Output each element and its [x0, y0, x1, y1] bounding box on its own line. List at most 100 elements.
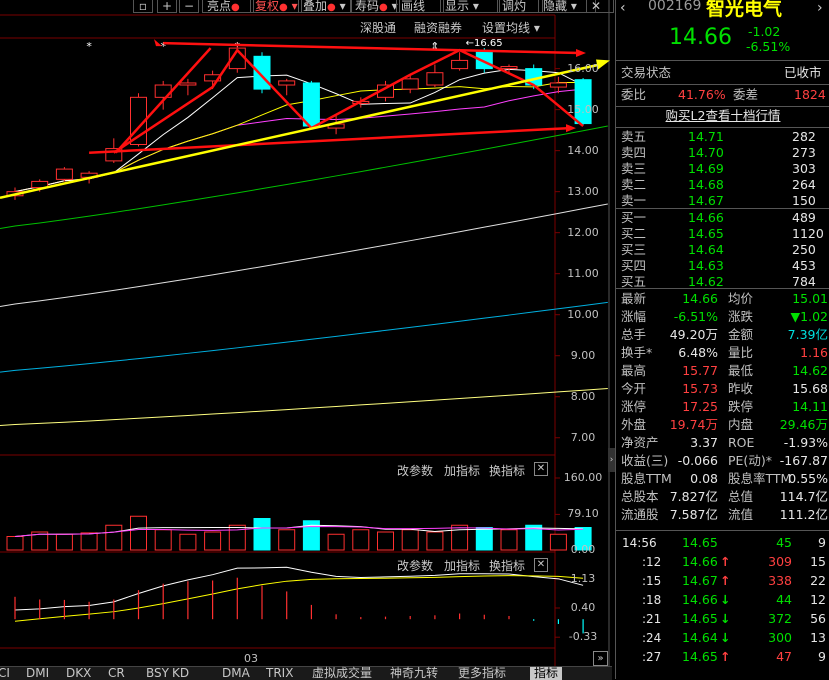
buy-l2-link[interactable]: 购买L2查看十档行情	[616, 107, 829, 125]
stat-row: 最高 15.77 最低 14.62	[616, 362, 829, 380]
back-icon[interactable]: ‹	[620, 0, 626, 16]
tab-10[interactable]: 更多指标	[458, 667, 506, 680]
tick-row: :21 14.65 ↓ 372 56	[616, 610, 829, 628]
bid-row[interactable]: 买一 14.66 489	[616, 210, 829, 226]
event-marker: *	[86, 40, 92, 53]
toolbar-button-2[interactable]: 叠加● ▾	[298, 0, 352, 13]
tab-5[interactable]: KD	[172, 667, 189, 680]
volume-axis-label: 0.00	[570, 543, 596, 556]
chevron-down-icon: ▾	[335, 0, 346, 13]
forward-icon[interactable]: ›	[817, 0, 823, 16]
bid-volume: 453	[792, 258, 816, 273]
tab-9[interactable]: 神奇九转	[390, 667, 438, 680]
ask-volume: 264	[792, 177, 816, 192]
ask-row[interactable]: 卖五 14.71 282	[616, 129, 829, 145]
tab-1[interactable]: DMI	[26, 667, 49, 680]
tab-2[interactable]: DKX	[66, 667, 91, 680]
tick-row: :15 14.67 ↑ 338 22	[616, 572, 829, 590]
tick-volume: 47	[776, 649, 792, 664]
tick-volume: 309	[768, 554, 792, 569]
price-axis-label: 14.00	[567, 143, 599, 157]
file-icon[interactable]: ▫	[133, 0, 153, 13]
toolbar-button-5[interactable]: 显示 ▾	[440, 0, 500, 13]
tick-volume: 300	[768, 630, 792, 645]
close-icon[interactable]: ✕	[534, 558, 548, 572]
toolbar-button-1[interactable]: 复权● ▾	[250, 0, 302, 13]
indicator-switch-indicator-button[interactable]: 换指标	[489, 557, 525, 574]
tab-0[interactable]: CI	[0, 667, 10, 680]
price-axis-label: 8.00	[570, 389, 596, 403]
tab-3[interactable]: CR	[108, 667, 125, 680]
ask-row[interactable]: 卖三 14.69 303	[616, 161, 829, 177]
stat-label: ROE	[728, 435, 755, 450]
stat-label: 总值	[728, 489, 754, 504]
stat-label: 跌停	[728, 399, 754, 414]
stat-row: 换手* 6.48% 量比 1.16	[616, 344, 829, 362]
stat-label: 股息率TTM	[728, 471, 792, 486]
tick-count: 15	[810, 554, 826, 569]
price-change: -1.02	[748, 24, 781, 39]
plus-icon[interactable]: +	[157, 0, 177, 13]
tab-7[interactable]: TRIX	[266, 667, 293, 680]
candle-body	[426, 72, 444, 86]
toolbar-button-0[interactable]: 亮点●	[202, 0, 254, 13]
volume-bar	[278, 529, 296, 551]
tab-11[interactable]: 指标	[530, 667, 563, 680]
volume-bar	[401, 529, 419, 551]
stat-value: 114.7亿	[779, 489, 828, 504]
minus-icon[interactable]: −	[179, 0, 199, 13]
ask-row[interactable]: 卖二 14.68 264	[616, 177, 829, 193]
tick-row: :12 14.66 ↑ 309 15	[616, 553, 829, 571]
high-price-label: ←16.65	[466, 38, 503, 49]
ma-settings-button[interactable]: 设置均线 ▾	[482, 19, 540, 36]
tab-6[interactable]: DMA	[222, 667, 250, 680]
candle-body	[500, 66, 518, 70]
toolbar-button-3[interactable]: 寿码● ▾	[350, 0, 400, 13]
ask-row[interactable]: 卖一 14.67 150	[616, 193, 829, 209]
close-icon[interactable]: ✕	[586, 0, 614, 13]
volume-edit-params-button[interactable]: 改参数	[397, 462, 433, 479]
bid-row[interactable]: 买四 14.63 453	[616, 258, 829, 274]
price-axis-label: 10.00	[567, 307, 599, 321]
trade-status-row: 交易状态 已收市	[621, 65, 822, 80]
stat-label: 外盘	[621, 417, 647, 432]
indicator-edit-params-button[interactable]: 改参数	[397, 557, 433, 574]
tab-8[interactable]: 虚拟成交量	[312, 667, 372, 680]
tick-arrow-icon: ↓	[720, 611, 731, 626]
tick-row: :27 14.65 ↑ 47 9	[616, 648, 829, 666]
tick-count: 13	[810, 630, 826, 645]
bid-row[interactable]: 买三 14.64 250	[616, 242, 829, 258]
tab-4[interactable]: BSY	[146, 667, 169, 680]
hk-connect-button[interactable]: 深股通	[360, 19, 396, 36]
volume-switch-indicator-button[interactable]: 换指标	[489, 462, 525, 479]
volume-bar	[352, 529, 370, 551]
toolbar-button-label: 显示	[445, 0, 470, 13]
volume-add-indicator-button[interactable]: 加指标	[444, 462, 480, 479]
margin-trading-button[interactable]: 融资融券	[414, 19, 462, 36]
ask-price: 14.67	[688, 193, 724, 208]
double-chevron-right-icon[interactable]: »	[593, 651, 608, 666]
stat-row: 总手 49.20万 金额 7.39亿	[616, 326, 829, 344]
tick-count: 56	[810, 611, 826, 626]
collapse-handle[interactable]: ›	[608, 448, 615, 472]
volume-bar	[253, 518, 271, 551]
tick-time: :27	[642, 650, 662, 664]
close-icon[interactable]: ✕	[534, 462, 548, 476]
tick-price: 14.66	[682, 592, 718, 607]
tick-count: 12	[810, 592, 826, 607]
stat-row: 净资产 3.37 ROE -1.93%	[616, 434, 829, 452]
stat-value: 7.587亿	[669, 507, 718, 522]
bid-label: 买四	[621, 258, 647, 273]
bid-row[interactable]: 买二 14.65 1120	[616, 226, 829, 242]
toolbar-button-6[interactable]: 调灼	[497, 0, 543, 13]
toolbar-button-4[interactable]: 画线	[396, 0, 444, 13]
event-marker: ⇕	[430, 40, 439, 53]
stat-label: 最新	[621, 291, 647, 306]
tick-count: 22	[810, 573, 826, 588]
indicator-add-indicator-button[interactable]: 加指标	[444, 557, 480, 574]
volume-bar	[500, 529, 518, 551]
ask-row[interactable]: 卖四 14.70 273	[616, 145, 829, 161]
bid-volume: 489	[792, 210, 816, 225]
volume-bar	[327, 533, 345, 551]
stat-label: 收益(三)	[621, 453, 669, 468]
